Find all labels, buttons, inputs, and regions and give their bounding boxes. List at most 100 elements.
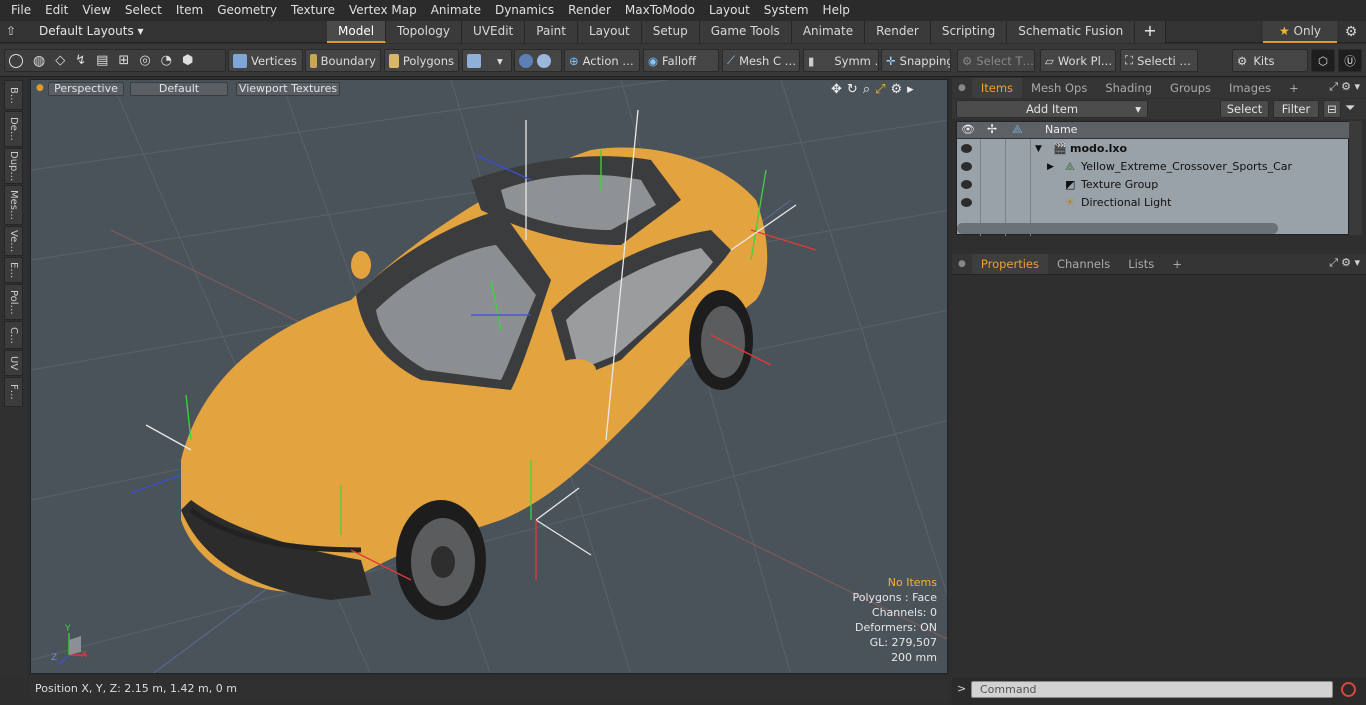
tab-render[interactable]: Render [865, 21, 931, 43]
panel-expand-icon[interactable]: ⤢ [1329, 256, 1338, 270]
default-layouts-dropdown[interactable]: Default Layouts ▾ [39, 24, 144, 38]
unreal-icon[interactable]: Ⓤ [1338, 49, 1362, 72]
tree-vertical-scrollbar[interactable] [1349, 121, 1362, 235]
viewport-menu-arrow-icon[interactable]: ▸ [907, 82, 914, 97]
expand-arrow-icon[interactable]: ▼ [1035, 140, 1042, 158]
viewport-gear-icon[interactable]: ⚙ [891, 82, 903, 97]
tab-lists[interactable]: Lists [1119, 254, 1163, 274]
work-plane-button[interactable]: ▱ Work Pl… [1040, 49, 1116, 72]
add-panel-tab-icon[interactable]: + [1280, 78, 1308, 98]
tab-layout[interactable]: Layout [577, 21, 642, 43]
tree-row-texture-group[interactable]: ◩ Texture Group [957, 176, 1350, 194]
mesh-constraints-button[interactable]: ⟋ Mesh C … [722, 49, 800, 72]
left-tab-basic[interactable]: B… [4, 80, 23, 110]
shield-icon[interactable]: ⬢ [182, 53, 193, 68]
left-tab-vertex[interactable]: Ve… [4, 226, 23, 256]
move-view-icon[interactable]: ✥ [831, 82, 842, 97]
tab-paint[interactable]: Paint [525, 21, 578, 43]
tab-schematic-fusion[interactable]: Schematic Fusion [1007, 21, 1136, 43]
menu-item[interactable]: Item [169, 0, 210, 21]
symmetry-toggles[interactable] [514, 49, 562, 72]
add-item-button[interactable]: Add Item ▾ [956, 100, 1148, 118]
3d-viewport[interactable]: Y X Z ● Perspective Default Viewport Tex… [30, 79, 948, 674]
menu-texture[interactable]: Texture [284, 0, 342, 21]
menu-vertex-map[interactable]: Vertex Map [342, 0, 424, 21]
record-icon[interactable] [1341, 682, 1356, 697]
gear-icon[interactable]: ⚙ [1340, 22, 1362, 42]
left-tab-uv[interactable]: UV [4, 350, 23, 376]
collapsed-arrow-icon[interactable]: ▶ [1047, 158, 1054, 176]
tab-shading[interactable]: Shading [1096, 78, 1161, 98]
panel-dot-icon[interactable]: ● [952, 83, 972, 93]
left-tab-edge[interactable]: E… [4, 257, 23, 283]
snapping-button[interactable]: ✛ Snapping [881, 49, 951, 72]
menu-maxtomodo[interactable]: MaxToModo [618, 0, 702, 21]
left-tab-fusion[interactable]: F… [4, 377, 23, 407]
menu-layout[interactable]: Layout [702, 0, 757, 21]
shading-default-button[interactable]: Default [130, 82, 228, 96]
tab-items[interactable]: Items [971, 78, 1023, 98]
tree-horizontal-scrollbar[interactable] [957, 223, 1278, 234]
panel-expand-icon[interactable]: ⤢ [1329, 80, 1338, 94]
globe-icon[interactable]: ◍ [33, 53, 45, 69]
visibility-eye-icon[interactable] [961, 162, 972, 171]
symmetry-button[interactable]: ▮ Symm … [803, 49, 879, 72]
viewport-textures-button[interactable]: Viewport Textures [236, 82, 340, 96]
name-column-header[interactable]: Name [1045, 123, 1077, 136]
maximize-icon[interactable]: ⤢ [875, 82, 885, 97]
menu-view[interactable]: View [75, 0, 117, 21]
tab-properties[interactable]: Properties [971, 254, 1048, 274]
layout-arrow-icon[interactable]: ⇧ [6, 24, 16, 38]
menu-file[interactable]: File [4, 0, 38, 21]
left-tab-deform[interactable]: De… [4, 111, 23, 147]
left-tab-duplicate[interactable]: Dup… [4, 148, 23, 184]
tab-setup[interactable]: Setup [641, 21, 700, 43]
unity-icon[interactable]: ⬡ [1311, 49, 1335, 72]
perspective-view-button[interactable]: Perspective [48, 82, 124, 96]
visibility-eye-icon[interactable] [961, 180, 972, 189]
tab-model[interactable]: Model [327, 21, 387, 43]
zoom-view-icon[interactable]: ⌕ [863, 82, 870, 97]
command-input[interactable]: Command [971, 681, 1333, 698]
tree-row-mesh[interactable]: ▶ ⟁ Yellow_Extreme_Crossover_Sports_Car [957, 158, 1350, 176]
add-panel-tab-icon[interactable]: + [1163, 254, 1191, 274]
tab-images[interactable]: Images [1220, 78, 1280, 98]
filter-funnel-icon[interactable]: ⏷ [1345, 101, 1355, 116]
left-tab-curve[interactable]: C… [4, 321, 23, 349]
item-mode-dropdown[interactable]: ▾ [462, 49, 512, 72]
selection-sets-button[interactable]: ⛶ Selecti … [1120, 49, 1198, 72]
tab-game-tools[interactable]: Game Tools [699, 21, 792, 43]
lock-column-icon[interactable]: ✢ [987, 122, 997, 136]
kits-button[interactable]: ⚙ Kits [1232, 49, 1308, 72]
tab-scripting[interactable]: Scripting [930, 21, 1008, 43]
menu-geometry[interactable]: Geometry [210, 0, 284, 21]
visibility-eye-icon[interactable] [961, 198, 972, 207]
visibility-eye-icon[interactable] [961, 144, 972, 153]
lasso-icon[interactable]: ◇ [55, 53, 65, 68]
vertices-button[interactable]: Vertices [228, 49, 303, 72]
tab-channels[interactable]: Channels [1048, 254, 1119, 274]
select-through-button[interactable]: ⚙ Select T… [957, 49, 1035, 72]
menu-render[interactable]: Render [561, 0, 618, 21]
panel-gear-icon[interactable]: ⚙ ▾ [1341, 80, 1360, 93]
menu-animate[interactable]: Animate [424, 0, 488, 21]
panel-gear-icon[interactable]: ⚙ ▾ [1341, 256, 1360, 269]
tab-animate[interactable]: Animate [791, 21, 866, 43]
menu-edit[interactable]: Edit [38, 0, 75, 21]
menu-system[interactable]: System [757, 0, 816, 21]
tree-row-directional-light[interactable]: ☀ Directional Light [957, 194, 1350, 212]
tab-mesh-ops[interactable]: Mesh Ops [1022, 78, 1096, 98]
circle-select-icon[interactable] [9, 53, 23, 68]
collapse-icon[interactable]: ⊟ [1323, 100, 1341, 118]
menu-help[interactable]: Help [816, 0, 857, 21]
only-toggle[interactable]: ★ Only [1263, 21, 1337, 43]
add-tab-plus-icon[interactable]: + [1135, 21, 1166, 43]
paint-select-icon[interactable]: ↯ [75, 53, 86, 68]
tab-topology[interactable]: Topology [386, 21, 463, 43]
rotate-icon[interactable]: ◔ [161, 53, 172, 68]
tab-groups[interactable]: Groups [1161, 78, 1220, 98]
left-tab-mesh-edit[interactable]: Mes… [4, 185, 23, 225]
menu-select[interactable]: Select [118, 0, 169, 21]
left-tab-polygon[interactable]: Pol… [4, 284, 23, 320]
falloff-button[interactable]: ◉ Falloff [643, 49, 719, 72]
